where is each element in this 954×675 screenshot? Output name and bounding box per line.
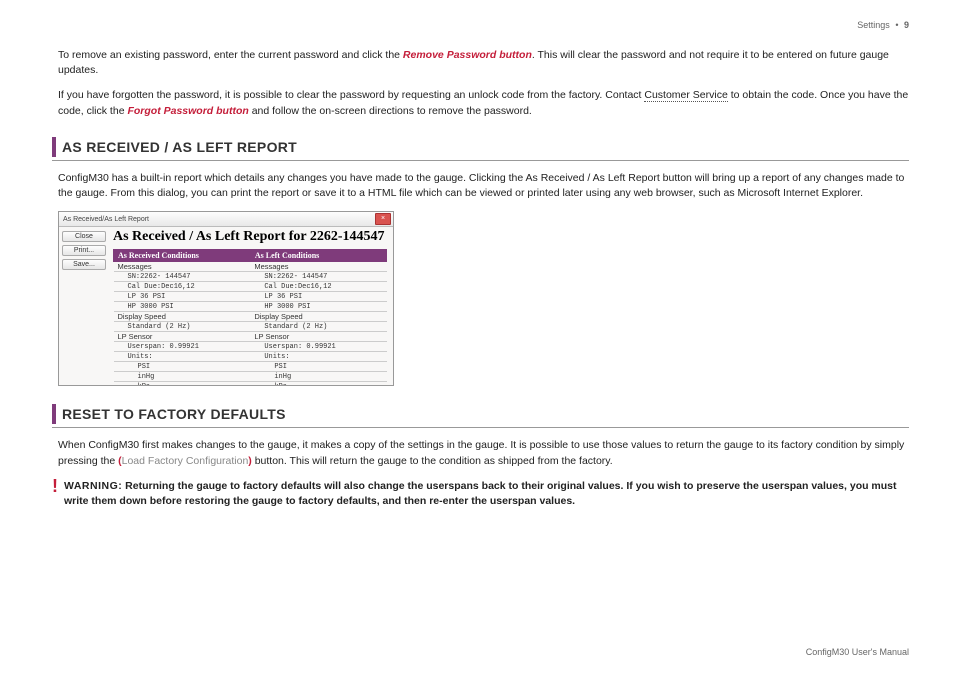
cell-as-left: Cal Due:Dec16,12 <box>250 282 386 292</box>
cell-as-left: Units: <box>250 352 386 362</box>
close-icon[interactable]: × <box>375 213 391 225</box>
cell-as-left: Display Speed <box>250 312 386 322</box>
footer-manual-title: ConfigM30 User's Manual <box>806 647 909 657</box>
customer-service-link[interactable]: Customer Service <box>644 89 727 102</box>
header-section: Settings <box>857 20 890 30</box>
report-dialog-screenshot: As Received/As Left Report × Close Print… <box>58 211 394 386</box>
header-page-number: 9 <box>904 20 909 30</box>
page-header: Settings • 9 <box>52 20 909 30</box>
table-row: Cal Due:Dec16,12Cal Due:Dec16,12 <box>114 282 387 292</box>
dialog-report-title: As Received / As Left Report for 2262-14… <box>113 229 387 245</box>
cell-as-received: Messages <box>114 262 251 272</box>
dialog-sidebar: Close Print... Save... <box>59 227 109 386</box>
table-row: PSIPSI <box>114 362 387 372</box>
table-row: inHginHg <box>114 372 387 382</box>
warning-icon: ! <box>52 477 58 495</box>
cell-as-received: Userspan: 0.99921 <box>114 342 251 352</box>
dialog-titlebar: As Received/As Left Report × <box>59 212 393 227</box>
cell-as-received: PSI <box>114 362 251 372</box>
cell-as-left: Userspan: 0.99921 <box>250 342 386 352</box>
intro-paragraph-2: If you have forgotten the password, it i… <box>58 88 909 118</box>
text: To remove an existing password, enter th… <box>58 49 403 61</box>
warning-body: Returning the gauge to factory defaults … <box>64 480 897 507</box>
cell-as-received: kPa <box>114 382 251 386</box>
warning-text: WARNING: Returning the gauge to factory … <box>64 479 909 509</box>
table-row: Display SpeedDisplay Speed <box>114 312 387 322</box>
cell-as-left: PSI <box>250 362 386 372</box>
cell-as-received: LP 36 PSI <box>114 292 251 302</box>
dialog-window-title: As Received/As Left Report <box>63 216 149 223</box>
forgot-password-button-ref: Forgot Password button <box>127 105 248 117</box>
text: button. This will return the gauge to th… <box>252 455 613 467</box>
section-rule <box>52 160 909 161</box>
section-rule <box>52 427 909 428</box>
warning-block: ! WARNING: Returning the gauge to factor… <box>52 479 909 509</box>
cell-as-received: LP Sensor <box>114 332 251 342</box>
window-buttons: × <box>374 213 391 225</box>
report-table: As Received Conditions As Left Condition… <box>113 249 387 386</box>
cell-as-left: HP 3000 PSI <box>250 302 386 312</box>
cell-as-received: Units: <box>114 352 251 362</box>
th-as-received: As Received Conditions <box>114 250 251 262</box>
load-factory-button-ref: Load Factory Configuration <box>122 455 249 467</box>
table-row: kPakPa <box>114 382 387 386</box>
table-row: Userspan: 0.99921Userspan: 0.99921 <box>114 342 387 352</box>
table-row: Standard (2 Hz)Standard (2 Hz) <box>114 322 387 332</box>
section-title-as-received: AS RECEIVED / AS LEFT REPORT <box>52 137 909 157</box>
cell-as-received: SN:2262- 144547 <box>114 272 251 282</box>
cell-as-left: Standard (2 Hz) <box>250 322 386 332</box>
intro-paragraph-1: To remove an existing password, enter th… <box>58 48 909 78</box>
cell-as-received: HP 3000 PSI <box>114 302 251 312</box>
section1-paragraph: ConfigM30 has a built-in report which de… <box>58 171 909 201</box>
table-row: LP 36 PSILP 36 PSI <box>114 292 387 302</box>
dialog-main: As Received / As Left Report for 2262-14… <box>109 227 393 386</box>
table-row: SN:2262- 144547SN:2262- 144547 <box>114 272 387 282</box>
warning-label: WARNING: <box>64 480 122 492</box>
text: If you have forgotten the password, it i… <box>58 89 644 101</box>
print-button[interactable]: Print... <box>62 245 106 256</box>
cell-as-left: inHg <box>250 372 386 382</box>
section-title-reset: RESET TO FACTORY DEFAULTS <box>52 404 909 424</box>
save-button[interactable]: Save... <box>62 259 106 270</box>
cell-as-left: LP Sensor <box>250 332 386 342</box>
cell-as-left: kPa <box>250 382 386 386</box>
table-row: MessagesMessages <box>114 262 387 272</box>
section2-paragraph: When ConfigM30 first makes changes to th… <box>58 438 909 468</box>
close-button[interactable]: Close <box>62 231 106 242</box>
table-row: LP SensorLP Sensor <box>114 332 387 342</box>
header-bullet: • <box>895 20 898 30</box>
table-row: Units:Units: <box>114 352 387 362</box>
cell-as-received: inHg <box>114 372 251 382</box>
table-row: HP 3000 PSIHP 3000 PSI <box>114 302 387 312</box>
cell-as-received: Standard (2 Hz) <box>114 322 251 332</box>
cell-as-left: LP 36 PSI <box>250 292 386 302</box>
cell-as-left: SN:2262- 144547 <box>250 272 386 282</box>
th-as-left: As Left Conditions <box>250 250 386 262</box>
text: and follow the on-screen directions to r… <box>249 105 532 117</box>
remove-password-button-ref: Remove Password button <box>403 49 532 61</box>
cell-as-left: Messages <box>250 262 386 272</box>
cell-as-received: Cal Due:Dec16,12 <box>114 282 251 292</box>
cell-as-received: Display Speed <box>114 312 251 322</box>
